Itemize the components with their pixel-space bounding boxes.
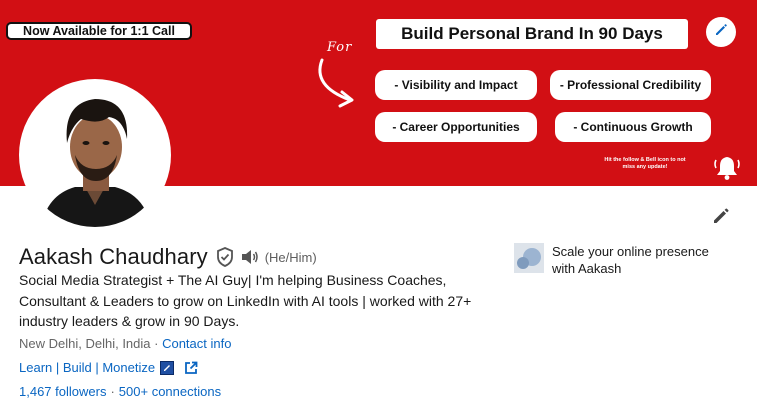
- current-position-text: Scale your online presence with Aakash: [552, 244, 709, 276]
- shield-check-icon[interactable]: [216, 247, 234, 267]
- profile-name: Aakash Chaudhary: [19, 244, 208, 269]
- network-stats: 1,467 followers · 500+ connections: [19, 384, 221, 399]
- company-logo: [514, 243, 544, 273]
- speaker-icon[interactable]: [240, 249, 260, 265]
- location-separator: ·: [150, 336, 163, 351]
- for-label: For: [327, 40, 353, 55]
- website-row: Learn | Build | Monetize: [19, 360, 198, 375]
- curved-arrow-icon: [310, 56, 360, 116]
- stats-separator: ·: [110, 384, 115, 399]
- feature-credibility: - Professional Credibility: [550, 70, 711, 100]
- location: New Delhi, Delhi, India: [19, 336, 151, 351]
- followers-link[interactable]: 1,467 followers: [19, 384, 106, 399]
- contact-info-link[interactable]: Contact info: [162, 336, 231, 351]
- banner-title: Build Personal Brand In 90 Days: [376, 19, 688, 49]
- pencil-icon: [713, 22, 729, 43]
- edit-intro-button[interactable]: [707, 204, 735, 232]
- bell-icon: [712, 152, 742, 187]
- current-position[interactable]: Scale your online presence with Aakash: [514, 243, 732, 277]
- website-link[interactable]: Learn | Build | Monetize: [19, 360, 155, 375]
- profile-photo[interactable]: [19, 79, 171, 231]
- edit-box-icon: [160, 360, 175, 375]
- feature-visibility: - Visibility and Impact: [375, 70, 537, 100]
- pencil-icon: [710, 205, 732, 232]
- pronouns: (He/Him): [264, 249, 317, 265]
- edit-cover-button[interactable]: [706, 17, 736, 47]
- follow-note: Hit the follow & Bell icon to not miss a…: [604, 157, 686, 170]
- headline: Social Media Strategist + The AI Guy| I'…: [19, 272, 472, 329]
- availability-badge: Now Available for 1:1 Call: [6, 22, 192, 40]
- external-link-icon[interactable]: [184, 361, 198, 375]
- feature-career: - Career Opportunities: [375, 112, 537, 142]
- location-row: New Delhi, Delhi, India · Contact info: [19, 336, 231, 351]
- avatar: [23, 83, 167, 227]
- name-row: Aakash Chaudhary (He/Him): [19, 244, 317, 270]
- feature-growth: - Continuous Growth: [555, 112, 711, 142]
- connections-link[interactable]: 500+ connections: [119, 384, 221, 399]
